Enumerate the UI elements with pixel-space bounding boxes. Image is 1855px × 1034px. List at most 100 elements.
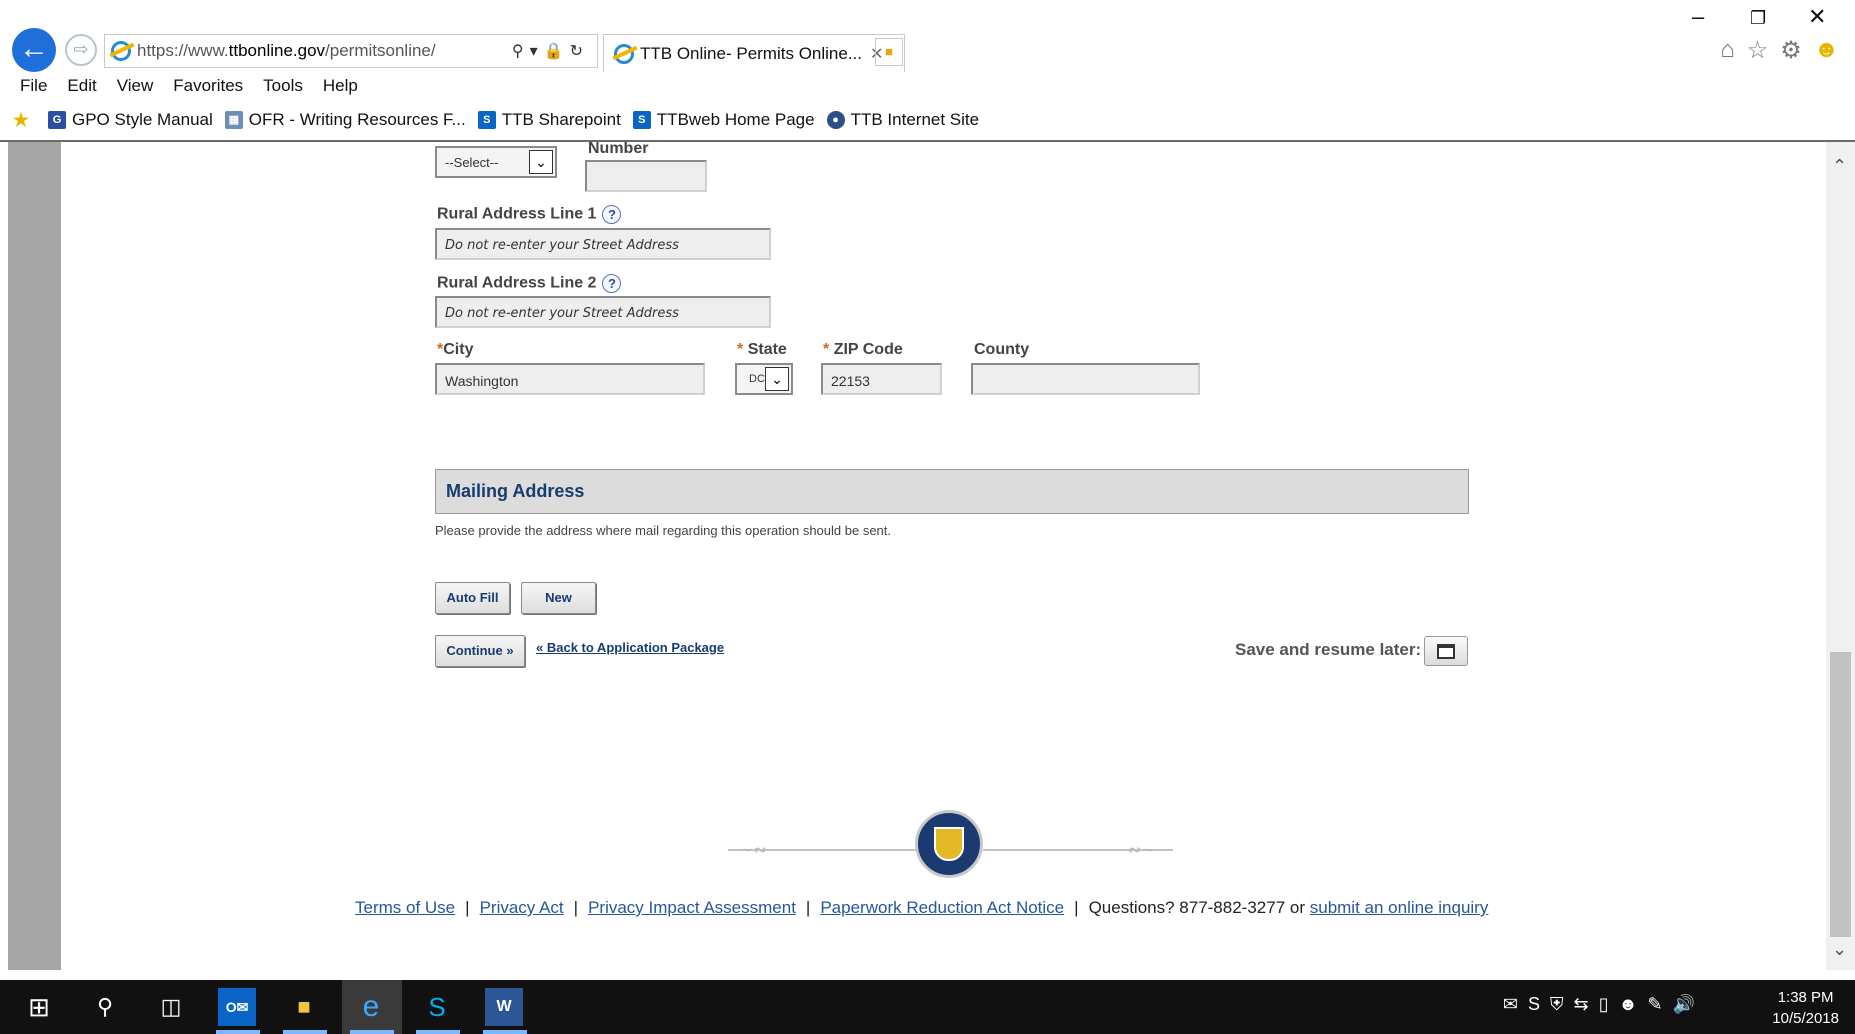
seal-icon: ● [826, 111, 845, 129]
fav-gpo-style-manual[interactable]: G GPO Style Manual [48, 110, 213, 130]
menu-bar: File Edit View Favorites Tools Help [0, 76, 358, 98]
windows-taskbar: ⊞ ⚲ ◫ O✉ ■ e S W ✉ S ⛨ ⇆ ▯ ☻ ✎ 🔊 1:38 PM… [0, 980, 1855, 1034]
chevron-down-icon: ⌄ [529, 150, 553, 174]
help-icon[interactable]: ? [602, 205, 622, 224]
zip-input[interactable]: 22153 [821, 363, 942, 395]
smiley-icon[interactable]: ☻ [1814, 36, 1839, 65]
state-label: * State [737, 341, 787, 358]
menu-help[interactable]: Help [323, 76, 358, 98]
minimize-icon[interactable]: – [1692, 4, 1704, 30]
menu-file[interactable]: File [20, 76, 47, 98]
home-icon[interactable]: ⌂ [1720, 36, 1735, 65]
menu-edit[interactable]: Edit [67, 76, 96, 98]
menu-view[interactable]: View [117, 76, 154, 98]
address-bar[interactable]: https://www. ttbonline.gov/permitsonline/… [104, 34, 598, 68]
select-value: --Select-- [445, 154, 499, 170]
task-view-icon[interactable]: ◫ [152, 988, 190, 1026]
tab-ie-icon [614, 43, 634, 64]
system-clock[interactable]: 1:38 PM 10/5/2018 [1772, 987, 1839, 1029]
clock-date: 10/5/2018 [1772, 1010, 1839, 1027]
back-to-application-link[interactable]: « Back to Application Package [536, 640, 724, 655]
county-label: County [974, 341, 1030, 358]
close-window-icon[interactable]: ✕ [1808, 4, 1826, 30]
fav-ofr[interactable]: ▦ OFR - Writing Resources F... [224, 110, 466, 130]
gear-icon[interactable]: ⚙ [1780, 36, 1802, 65]
auto-fill-button[interactable]: Auto Fill [435, 582, 510, 614]
scroll-down-icon[interactable]: ⌄ [1832, 939, 1847, 960]
skype-icon[interactable]: S [418, 988, 456, 1026]
save-resume-button[interactable] [1424, 636, 1468, 666]
privacy-impact-link[interactable]: Privacy Impact Assessment [588, 898, 796, 917]
outlook-icon[interactable]: O✉ [218, 988, 256, 1026]
number-input[interactable] [585, 160, 707, 192]
file-explorer-icon[interactable]: ■ [285, 988, 323, 1026]
continue-button[interactable]: Continue » [435, 635, 525, 667]
fav-ttbweb-home[interactable]: S TTBweb Home Page [632, 110, 815, 130]
forward-arrow-icon[interactable]: ⇨ [65, 34, 97, 66]
city-label: *City [437, 341, 474, 358]
state-select[interactable]: DC ⌄ [735, 363, 793, 395]
url-host: ttbonline.gov [228, 41, 326, 60]
chevron-down-icon: ⌄ [765, 367, 789, 391]
restore-icon[interactable]: ❐ [1750, 8, 1766, 29]
city-input[interactable]: Washington [435, 363, 705, 395]
help-icon[interactable]: ? [602, 274, 622, 293]
ie-icon [111, 41, 131, 61]
internet-explorer-icon[interactable]: e [352, 988, 390, 1026]
fav-ttb-sharepoint[interactable]: S TTB Sharepoint [477, 110, 621, 130]
menu-tools[interactable]: Tools [263, 76, 303, 98]
rural-line2-input[interactable]: Do not re-enter your Street Address [435, 296, 771, 328]
url-scheme: https://www. [137, 41, 229, 60]
browser-chrome: ← ⇨ https://www. ttbonline.gov/permitsonl… [0, 0, 1855, 142]
state-value: DC [749, 373, 765, 385]
favorites-bar: ★ G GPO Style Manual ▦ OFR - Writing Resou… [12, 108, 991, 132]
tab-title: TTB Online- Permits Online... [640, 43, 863, 63]
fav-ttb-internet-site[interactable]: ● TTB Internet Site [826, 110, 979, 130]
scroll-up-icon[interactable]: ⌃ [1832, 156, 1847, 177]
new-tab-icon[interactable]: ■ [875, 38, 903, 66]
star-icon[interactable]: ☆ [1747, 36, 1769, 65]
tray-skype-icon[interactable]: S [1528, 994, 1540, 1015]
ie-running-indicator [350, 1030, 394, 1034]
browser-right-icons: ⌂ ☆ ⚙ ☻ [1720, 36, 1839, 65]
back-arrow-icon[interactable]: ← [12, 28, 56, 72]
favorites-star-icon[interactable]: ★ [12, 111, 36, 129]
page-footer: Terms of Use | Privacy Act | Privacy Impact … [355, 898, 1489, 917]
tray-person-icon[interactable]: ☻ [1619, 994, 1638, 1015]
treasury-seal-icon [915, 810, 983, 878]
gpo-icon: G [48, 111, 66, 129]
tray-note-icon[interactable]: ✎ [1647, 994, 1662, 1015]
word-running-indicator [483, 1030, 527, 1034]
rural-line1-input[interactable]: Do not re-enter your Street Address [435, 228, 771, 260]
terms-of-use-link[interactable]: Terms of Use [355, 898, 455, 917]
mailing-address-header: Mailing Address [435, 469, 1469, 514]
street-suffix-select[interactable]: --Select-- ⌄ [435, 146, 557, 178]
tray-shield-icon[interactable]: ⛨ [1550, 994, 1564, 1015]
browser-tab[interactable]: TTB Online- Permits Online... ✕ [603, 34, 905, 72]
online-inquiry-link[interactable]: submit an online inquiry [1310, 898, 1489, 917]
zip-label: * ZIP Code [823, 341, 903, 358]
mailing-address-description: Please provide the address where mail re… [435, 523, 891, 538]
menu-favorites[interactable]: Favorites [173, 76, 243, 98]
url-path: /permitsonline/ [325, 41, 436, 60]
new-button[interactable]: New [521, 582, 596, 614]
word-icon[interactable]: W [485, 988, 523, 1026]
number-label: Number [588, 140, 649, 157]
county-input[interactable] [971, 363, 1200, 395]
privacy-act-link[interactable]: Privacy Act [480, 898, 564, 917]
scroll-thumb[interactable] [1830, 652, 1851, 937]
search-icon[interactable]: ⚲ [86, 988, 124, 1026]
volume-icon[interactable]: 🔊 [1673, 994, 1695, 1015]
rural-line1-label: Rural Address Line 1? [437, 205, 622, 224]
rural-line2-label: Rural Address Line 2? [437, 274, 622, 293]
tray-usb-icon[interactable]: ▯ [1599, 994, 1609, 1015]
address-tools-icons[interactable]: ⚲▾🔒↻ [512, 41, 589, 61]
vertical-scrollbar[interactable]: ⌃ ⌄ [1826, 142, 1855, 970]
sharepoint-icon: S [477, 111, 496, 129]
questions-text: Questions? 877-882-3277 or [1088, 898, 1305, 917]
floppy-disk-icon [1437, 644, 1455, 659]
paperwork-reduction-link[interactable]: Paperwork Reduction Act Notice [820, 898, 1064, 917]
windows-start-icon[interactable]: ⊞ [20, 988, 58, 1026]
tray-sync-icon[interactable]: ⇆ [1574, 994, 1589, 1015]
tray-outlook-icon[interactable]: ✉ [1503, 994, 1518, 1015]
